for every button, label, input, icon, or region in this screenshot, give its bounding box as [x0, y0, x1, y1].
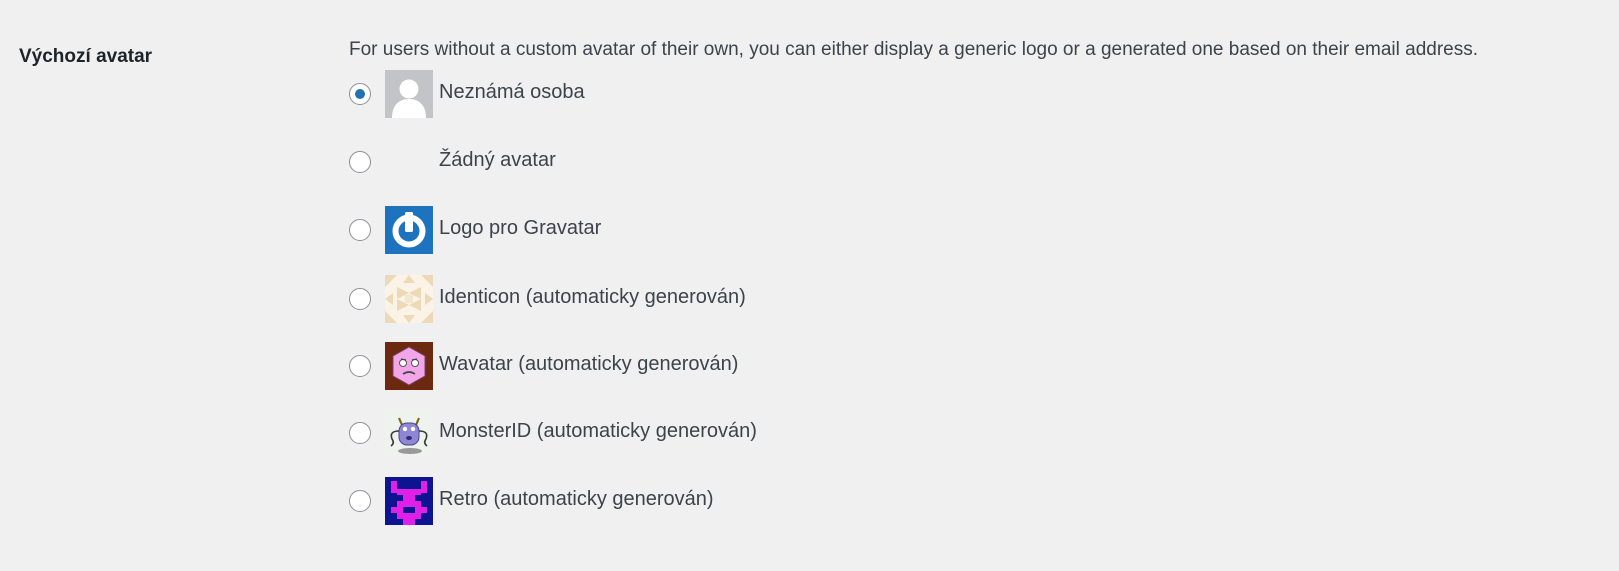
- avatar-option-wavatar[interactable]: Wavatar (automaticky generován): [349, 342, 1149, 390]
- setting-description: For users without a custom avatar of the…: [349, 39, 1479, 60]
- avatar-option-blank[interactable]: Žádný avatar: [349, 138, 1149, 186]
- radio-mystery[interactable]: [349, 83, 371, 105]
- retro-icon: [385, 477, 433, 525]
- avatar-option-label: Logo pro Gravatar: [439, 217, 602, 239]
- avatar-option-label: Žádný avatar: [439, 149, 556, 171]
- avatar-option-label: Identicon (automaticky generován): [439, 286, 746, 308]
- wavatar-icon: [385, 342, 433, 390]
- default-avatar-setting: Výchozí avatar For users without a custo…: [0, 0, 1619, 571]
- avatar-option-label: Retro (automaticky generován): [439, 488, 714, 510]
- gravatar-logo-icon: [385, 206, 433, 254]
- avatar-option-gravatar[interactable]: Logo pro Gravatar: [349, 206, 1149, 254]
- avatar-option-identicon[interactable]: Identicon (automaticky generován): [349, 275, 1149, 323]
- radio-blank[interactable]: [349, 151, 371, 173]
- radio-identicon[interactable]: [349, 288, 371, 310]
- avatar-option-mystery[interactable]: Neznámá osoba: [349, 70, 1149, 118]
- setting-label: Výchozí avatar: [19, 46, 153, 67]
- radio-monsterid[interactable]: [349, 422, 371, 444]
- avatar-option-label: Wavatar (automaticky generován): [439, 353, 739, 375]
- avatar-option-monsterid[interactable]: MonsterID (automaticky generován): [349, 409, 1149, 457]
- avatar-option-retro[interactable]: Retro (automaticky generován): [349, 477, 1149, 525]
- radio-retro[interactable]: [349, 490, 371, 512]
- avatar-option-label: MonsterID (automaticky generován): [439, 420, 757, 442]
- radio-gravatar[interactable]: [349, 219, 371, 241]
- mystery-person-icon: [385, 70, 433, 118]
- radio-wavatar[interactable]: [349, 355, 371, 377]
- monsterid-icon: [385, 409, 433, 457]
- avatar-option-label: Neznámá osoba: [439, 81, 585, 103]
- identicon-icon: [385, 275, 433, 323]
